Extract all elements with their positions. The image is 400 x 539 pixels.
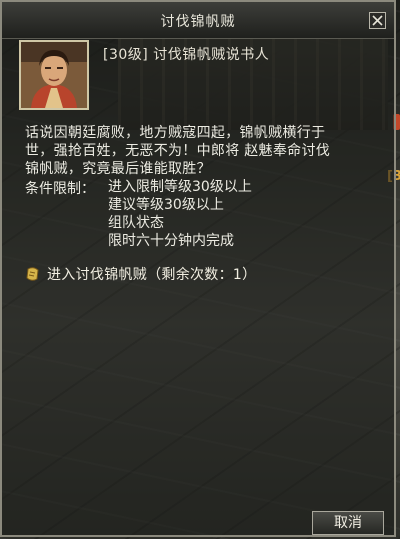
close-button[interactable] [369, 12, 386, 29]
enter-quest-option[interactable]: 进入讨伐锦帆贼（剩余次数：1） [24, 264, 256, 284]
dialog-title: 讨伐锦帆贼 [160, 14, 236, 30]
condition-time-limit: 限时六十分钟内完成 [108, 233, 234, 249]
dialog-titlebar: 讨伐锦帆贼 [2, 2, 394, 39]
npc-portrait [19, 40, 89, 110]
story-line: 话说因朝廷腐败，地方贼寇四起，锦帆贼横行于 [25, 125, 326, 141]
enter-quest-option-label: 进入讨伐锦帆贼（剩余次数：1） [47, 267, 257, 283]
close-icon [372, 15, 383, 26]
npc-name: [30级] 讨伐锦帆贼说书人 [103, 47, 270, 63]
story-line: 锦帆贼，究竟最后谁能取胜？ [25, 161, 211, 177]
cancel-button[interactable]: 取消 [312, 511, 384, 535]
story-line: 世，强抢百姓，无恶不为！中郎将 赵魅奉命讨伐 [25, 143, 331, 159]
condition-party: 组队状态 [108, 215, 164, 231]
condition-entry-level: 进入限制等级30级以上 [108, 179, 252, 195]
quest-dialog: 讨伐锦帆贼 [30级] 讨伐锦帆贼说书人 话说因朝廷腐败，地方贼寇四起，锦帆贼横… [0, 0, 396, 537]
condition-recommended-level: 建议等级30级以上 [108, 197, 224, 213]
quest-description: 话说因朝廷腐败，地方贼寇四起，锦帆贼横行于 世，强抢百姓，无恶不为！中郎将 赵魅… [25, 124, 385, 178]
scroll-icon [26, 267, 39, 281]
conditions-label: 条件限制： [25, 181, 95, 197]
